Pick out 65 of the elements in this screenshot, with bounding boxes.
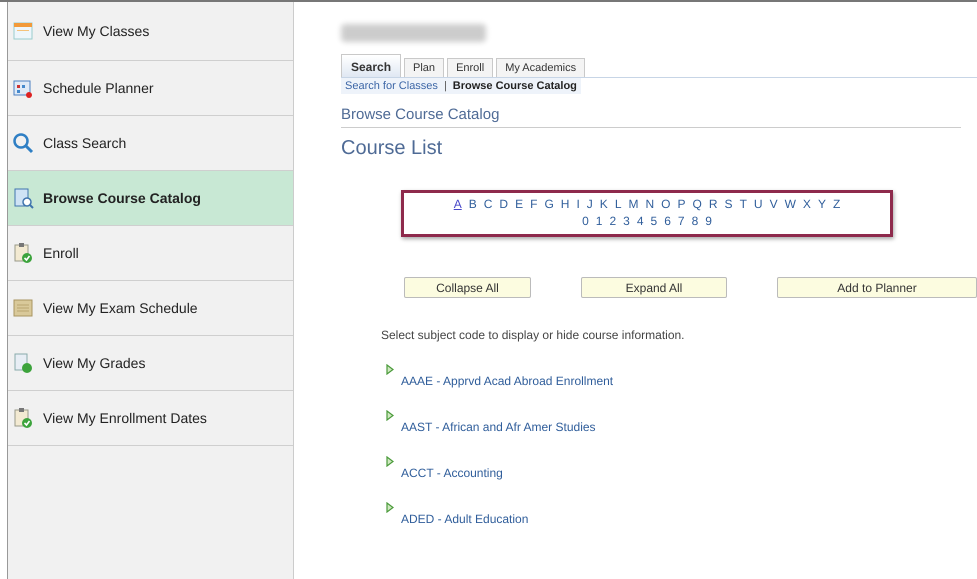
letter-link[interactable]: S [724,197,733,211]
letter-link[interactable]: X [802,197,811,211]
letter-link[interactable]: B [468,197,477,211]
notepad-icon [12,297,34,319]
digit-link[interactable]: 5 [650,214,658,228]
tab[interactable]: Enroll [447,58,494,77]
letter-link[interactable]: R [708,197,718,211]
course-link[interactable]: AAAE - Apprvd Acad Abroad Enrollment [401,374,614,388]
search-icon [12,132,34,154]
letter-link[interactable]: A [454,197,462,211]
letter-link[interactable]: I [576,197,580,211]
letter-link[interactable]: Y [818,197,826,211]
expand-arrow-icon[interactable] [386,456,394,467]
digit-link[interactable]: 4 [636,214,644,228]
digit-link[interactable]: 9 [705,214,712,228]
course-link[interactable]: ADED - Adult Education [401,512,528,526]
clipboard-check-icon [12,242,34,264]
separator-text: | [444,80,447,92]
expand-button[interactable]: Expand All [581,277,727,298]
breadcrumb-link[interactable]: Browse Course Catalog [452,80,577,92]
section-title: Course List [341,137,444,160]
course-link[interactable]: AAST - African and Afr Amer Studies [401,420,596,434]
letter-link[interactable]: W [784,197,796,211]
letter-link[interactable]: N [646,197,654,211]
letter-link[interactable]: Q [692,197,702,211]
collapse-button[interactable]: Collapse All [404,277,531,298]
clipboard-check-icon [12,407,34,429]
digit-link[interactable]: 8 [692,214,698,228]
add-button[interactable]: Add to Planner [777,277,977,298]
letter-link[interactable]: O [661,197,671,211]
tab[interactable]: My Academics [496,58,586,77]
calendar-icon [12,20,34,42]
letter-link[interactable]: E [515,197,524,211]
letter-link[interactable]: U [754,197,763,211]
digit-link[interactable]: 0 [582,214,589,228]
tab[interactable]: Plan [404,58,444,77]
breadcrumb-link[interactable]: Search for Classes [345,80,438,92]
document-search-icon [12,187,34,209]
expand-arrow-icon[interactable] [386,502,394,513]
expand-arrow-icon[interactable] [386,410,394,421]
digit-link[interactable]: 1 [596,214,602,228]
letter-link[interactable]: F [530,197,538,211]
letter-link[interactable]: T [740,197,747,211]
letter-link[interactable]: H [560,197,570,211]
page-title: Browse Course Catalog [341,106,961,128]
letter-link[interactable]: C [484,197,492,211]
letter-link[interactable]: M [628,197,638,211]
letter-link[interactable]: Z [832,197,840,211]
expand-arrow-icon[interactable] [386,364,394,375]
digit-link[interactable]: 7 [678,214,685,228]
letter-link[interactable]: L [614,197,622,211]
document-badge-icon [12,352,34,374]
digit-link[interactable]: 3 [623,214,630,228]
instruction-text: Select subject code to display or hide course information. [381,328,686,342]
letter-link[interactable]: V [770,197,778,211]
course-link[interactable]: ACCT - Accounting [401,466,503,480]
letter-link[interactable]: J [586,197,593,211]
letter-link[interactable]: K [600,197,608,211]
letter-link[interactable]: P [678,197,686,211]
digit-link[interactable]: 6 [664,214,671,228]
letter-link[interactable]: G [544,197,554,211]
tab[interactable]: Search [341,54,402,77]
sidebar-item[interactable]: Browse Course Catalog [8,171,293,226]
digit-link[interactable]: 2 [609,214,616,228]
letter-link[interactable]: D [499,197,508,211]
